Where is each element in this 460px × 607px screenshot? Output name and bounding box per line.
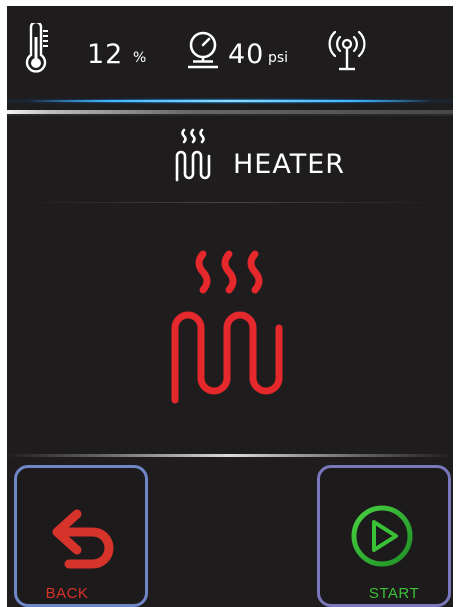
heater-icon — [175, 128, 211, 182]
start-button[interactable]: START — [317, 465, 451, 607]
heater-status-icon — [171, 250, 283, 404]
pressure-gauge-icon — [188, 31, 218, 69]
back-button[interactable]: BACK — [14, 465, 148, 607]
back-button-label: BACK — [45, 585, 89, 602]
humidity-value: 12 — [87, 39, 124, 70]
humidity-unit: % — [133, 50, 147, 66]
start-button-label: START — [368, 585, 420, 602]
thermometer-icon — [25, 23, 48, 73]
pressure-value: 40 — [228, 39, 265, 70]
status-divider-line — [27, 100, 433, 102]
pressure-unit: psi — [268, 50, 289, 66]
heater-screen: 12 % 40 psi HEATER BACK START — [7, 6, 453, 607]
title-divider — [17, 202, 443, 203]
wireless-signal-icon — [328, 30, 366, 71]
back-arrow-icon — [52, 509, 114, 569]
page-title: HEATER — [233, 149, 346, 180]
play-icon — [351, 505, 413, 567]
footer-divider — [7, 454, 453, 457]
status-bar: 12 % 40 psi — [7, 6, 453, 98]
header-divider-shadow — [7, 114, 453, 116]
